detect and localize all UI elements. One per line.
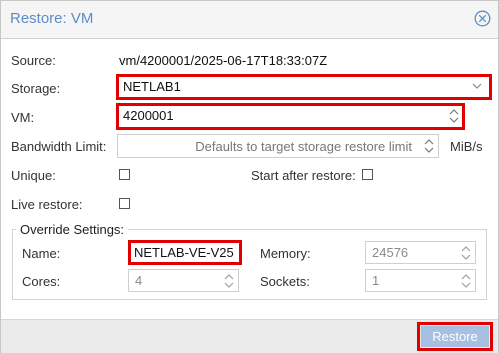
cores-label: Cores: — [22, 274, 61, 289]
override-settings-legend: Override Settings: — [16, 222, 129, 237]
storage-label: Storage: — [11, 81, 61, 96]
unique-checkbox[interactable] — [119, 169, 130, 180]
vm-label: VM: — [11, 110, 35, 125]
sockets-value: 1 — [372, 273, 380, 288]
override-name-field[interactable]: NETLAB-VE-V25 — [128, 240, 242, 265]
close-icon[interactable] — [474, 10, 491, 27]
restore-button[interactable]: Restore — [421, 326, 489, 347]
memory-value: 24576 — [372, 245, 409, 260]
memory-field[interactable]: 24576 — [365, 241, 476, 264]
memory-label: Memory: — [260, 246, 311, 261]
cores-value: 4 — [135, 273, 143, 288]
unique-label: Unique: — [11, 168, 56, 183]
bandwidth-placeholder: Defaults to target storage restore limit — [195, 139, 412, 154]
bandwidth-label: Bandwidth Limit: — [11, 139, 107, 154]
sockets-label: Sockets: — [260, 274, 310, 289]
vm-id-value: 4200001 — [123, 108, 174, 123]
vm-id-field[interactable]: 4200001 — [116, 103, 465, 130]
spinner-icon[interactable] — [224, 273, 234, 289]
sockets-field[interactable]: 1 — [365, 269, 476, 292]
source-label: Source: — [11, 53, 56, 68]
spinner-icon[interactable] — [424, 138, 434, 154]
bandwidth-unit: MiB/s — [450, 139, 483, 154]
spinner-icon[interactable] — [461, 273, 471, 289]
bandwidth-field[interactable]: Defaults to target storage restore limit — [117, 134, 439, 158]
live-restore-checkbox[interactable] — [119, 198, 130, 209]
spinner-icon[interactable] — [449, 108, 459, 124]
start-after-restore-label: Start after restore: — [251, 168, 356, 183]
spinner-icon[interactable] — [461, 245, 471, 261]
dialog-title: Restore: VM — [10, 10, 94, 27]
storage-select[interactable]: NETLAB1 — [116, 74, 492, 100]
source-value: vm/4200001/2025-06-17T18:33:07Z — [119, 53, 328, 68]
chevron-down-icon — [472, 83, 482, 89]
restore-dialog: Restore: VM Source: vm/4200001/2025-06-1… — [0, 0, 499, 353]
cores-field[interactable]: 4 — [128, 269, 239, 292]
live-restore-label: Live restore: — [11, 197, 83, 212]
override-name-label: Name: — [22, 246, 61, 261]
dialog-titlebar: Restore: VM — [1, 1, 498, 39]
start-after-restore-checkbox[interactable] — [362, 169, 373, 180]
restore-button-highlight: Restore — [417, 322, 493, 351]
storage-select-value: NETLAB1 — [123, 79, 181, 94]
override-name-value: NETLAB-VE-V25 — [134, 245, 234, 260]
